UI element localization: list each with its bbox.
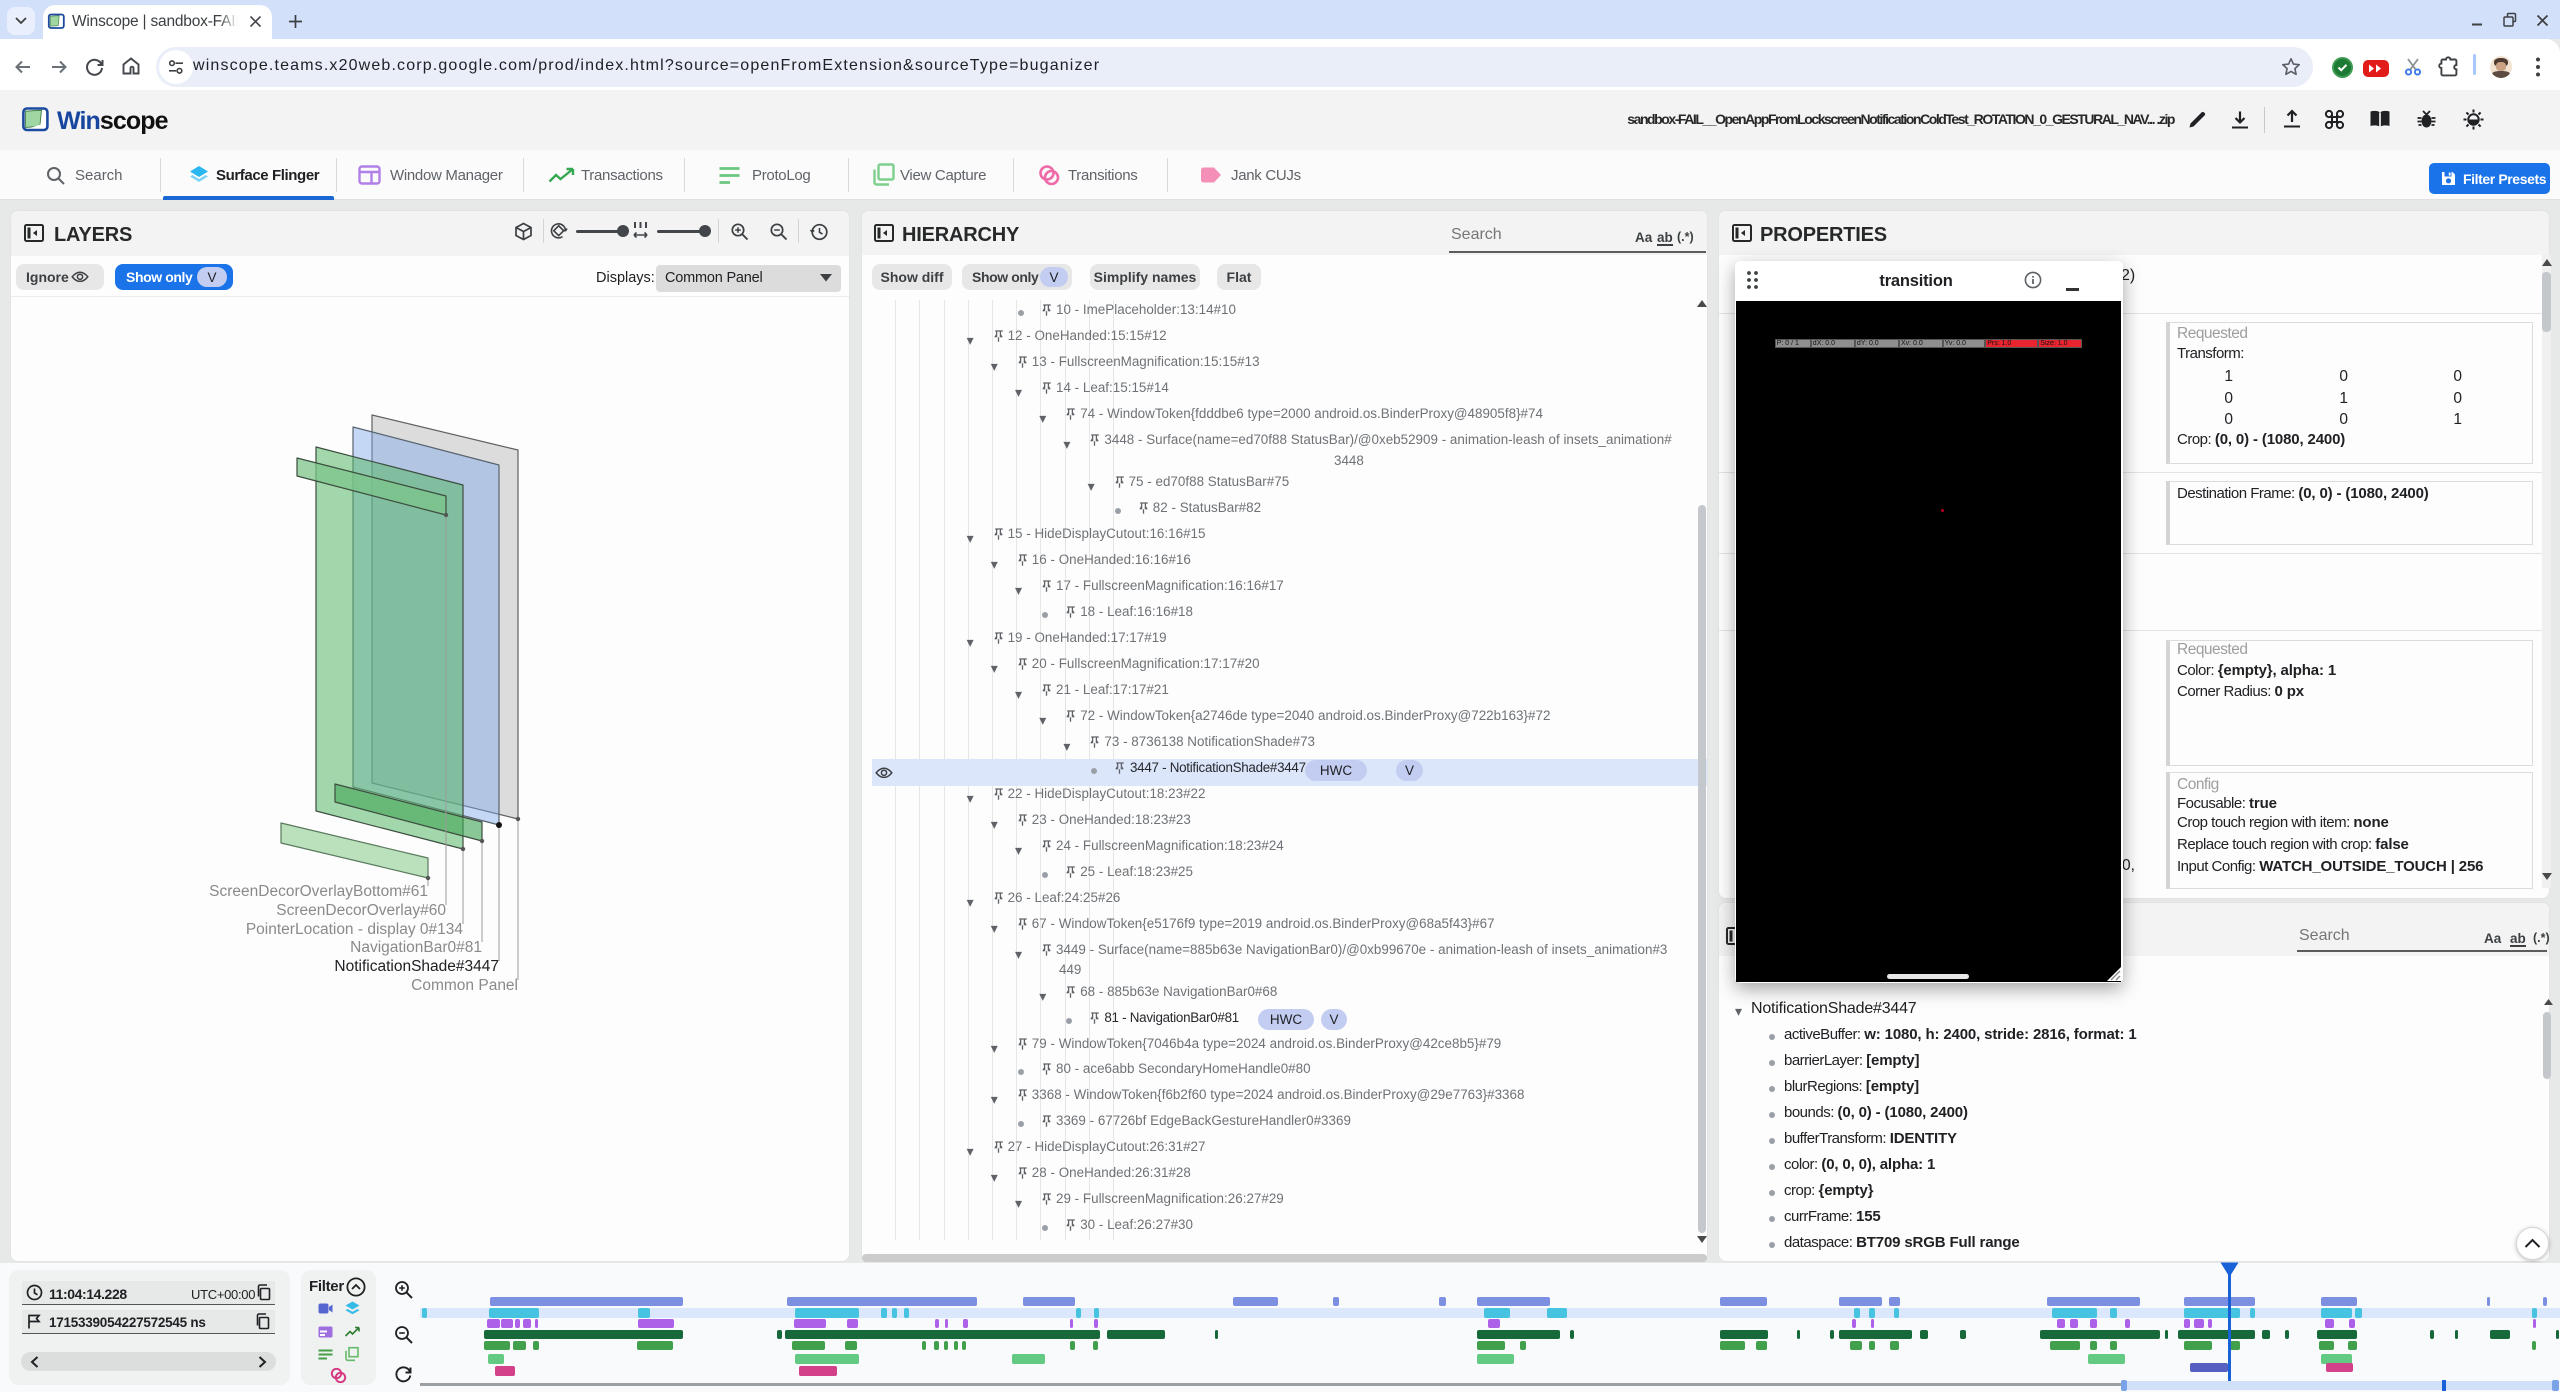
svg-text:ScreenDecorOverlayBottom#61: ScreenDecorOverlayBottom#61 (209, 883, 428, 900)
svg-text:PointerLocation - display 0#13: PointerLocation - display 0#134 (246, 921, 464, 938)
svg-text:Common Panel: Common Panel (411, 977, 518, 994)
svg-text:ScreenDecorOverlay#60: ScreenDecorOverlay#60 (276, 902, 446, 919)
svg-text:NotificationShade#3447: NotificationShade#3447 (334, 958, 499, 975)
svg-text:NavigationBar0#81: NavigationBar0#81 (350, 939, 482, 956)
